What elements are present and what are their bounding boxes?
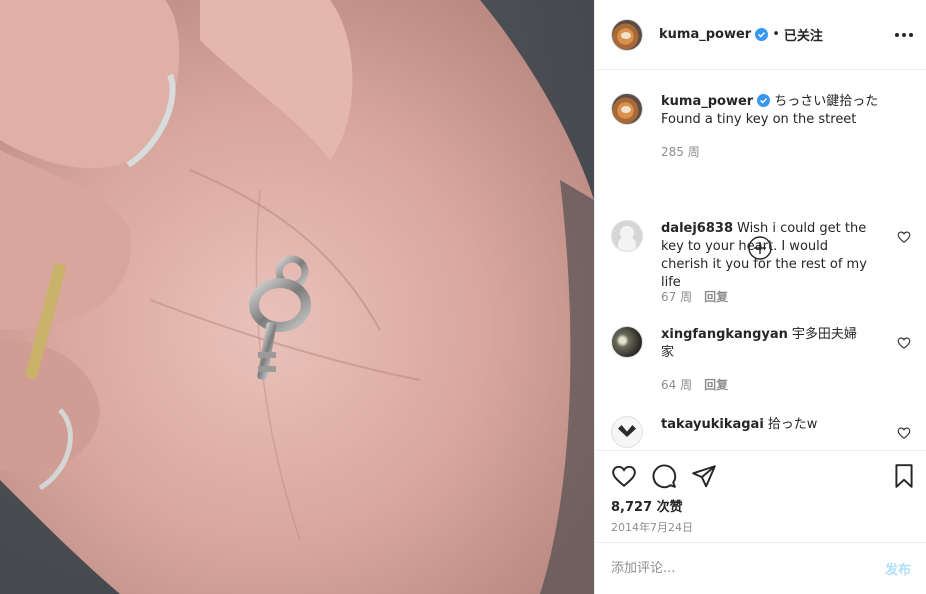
comment-age: 64 周 bbox=[661, 378, 693, 392]
separator-dot: • bbox=[772, 27, 780, 42]
comment-item: xingfangkangyan 宇多田夫婦家 64 周回复 bbox=[611, 326, 911, 396]
instagram-post-modal: kuma_power • 已关注 kuma_power ちっさい鍵拾った Foun… bbox=[0, 0, 926, 594]
like-count[interactable]: 8,727 次赞 bbox=[611, 496, 683, 515]
comment-composer: 发布 bbox=[595, 542, 926, 594]
caption-author-username[interactable]: kuma_power bbox=[661, 94, 753, 109]
verified-badge-icon bbox=[757, 94, 771, 107]
following-button[interactable]: 已关注 bbox=[784, 25, 823, 44]
reply-button[interactable]: 回复 bbox=[704, 290, 728, 304]
caption-author-avatar[interactable] bbox=[611, 93, 643, 125]
post-header: kuma_power • 已关注 bbox=[595, 0, 926, 70]
author-username[interactable]: kuma_power bbox=[659, 27, 751, 42]
verified-badge-icon bbox=[755, 28, 769, 41]
paper-plane-icon[interactable] bbox=[691, 463, 717, 489]
more-options-icon[interactable] bbox=[895, 26, 913, 44]
comment-meta: 67 周回复 bbox=[661, 288, 728, 305]
comment-item: takayukikagai 拾ったw bbox=[611, 416, 911, 450]
author-avatar[interactable] bbox=[611, 18, 643, 51]
commenter-avatar[interactable] bbox=[611, 326, 643, 358]
caption-meta: 285 周 bbox=[661, 143, 700, 160]
comment-age: 67 周 bbox=[661, 290, 693, 304]
caption-text-en: Found a tiny key on the street bbox=[661, 112, 857, 127]
bookmark-icon[interactable] bbox=[891, 463, 917, 489]
comment-icon[interactable] bbox=[651, 463, 677, 489]
comment-item: dalej6838 Wish i could get the key to you… bbox=[611, 220, 911, 310]
comment-like-heart-icon[interactable] bbox=[897, 336, 911, 350]
caption: kuma_power ちっさい鍵拾った Found a tiny key on t… bbox=[611, 93, 911, 163]
comment-like-heart-icon[interactable] bbox=[897, 426, 911, 440]
post-date[interactable]: 2014年7月24日 bbox=[611, 519, 693, 535]
comment-input[interactable] bbox=[611, 561, 885, 576]
post-photo[interactable] bbox=[0, 0, 594, 594]
photo-hand-holding-key bbox=[0, 0, 594, 594]
comment-like-heart-icon[interactable] bbox=[897, 230, 911, 244]
reply-button[interactable]: 回复 bbox=[704, 378, 728, 392]
commenter-avatar[interactable] bbox=[611, 220, 643, 252]
commenter-username[interactable]: xingfangkangyan bbox=[661, 327, 788, 342]
post-details-panel: kuma_power • 已关注 kuma_power ちっさい鍵拾った Foun… bbox=[594, 0, 926, 594]
post-comment-button[interactable]: 发布 bbox=[885, 559, 911, 578]
commenter-username[interactable]: takayukikagai bbox=[661, 417, 764, 432]
comments-list[interactable]: kuma_power ちっさい鍵拾った Found a tiny key on t… bbox=[595, 70, 926, 450]
caption-text-jp: ちっさい鍵拾った bbox=[774, 94, 879, 109]
heart-icon[interactable] bbox=[611, 463, 637, 489]
commenter-username[interactable]: dalej6838 bbox=[661, 221, 733, 236]
comment-meta: 64 周回复 bbox=[661, 376, 728, 393]
caption-age: 285 周 bbox=[661, 145, 700, 159]
comment-text: 拾ったw bbox=[767, 417, 818, 432]
commenter-avatar[interactable] bbox=[611, 416, 643, 448]
